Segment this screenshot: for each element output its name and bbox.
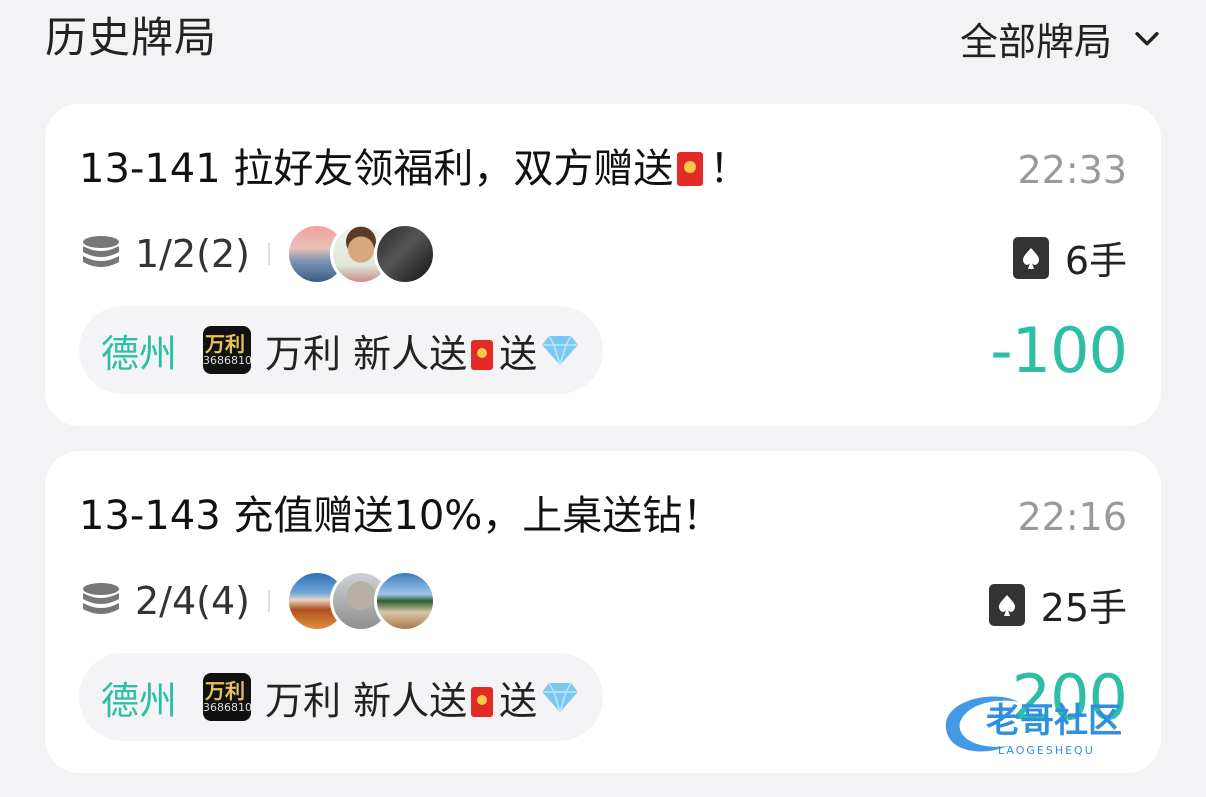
club-pill[interactable]: 德州 万利 3686810 万利 新人送送 xyxy=(79,306,604,394)
club-name-a: 万利 新人送 xyxy=(265,331,468,376)
hand-count: 25手 xyxy=(987,577,1127,632)
club-name: 万利 新人送送 xyxy=(265,323,537,378)
chevron-down-icon xyxy=(1135,32,1159,46)
player-avatars xyxy=(285,570,436,632)
club-pill[interactable]: 德州 万利 3686810 万利 新人送送 xyxy=(79,653,604,741)
filter-label: 全部牌局 xyxy=(959,19,1112,64)
game-record-card[interactable]: 13-143 充值赠送10%，上桌送钻！ 22:16 2/4(4) 25手 德州… xyxy=(45,451,1161,773)
stats-row: 2/4(4) xyxy=(79,569,436,633)
club-name-b: 送 xyxy=(499,331,538,376)
playing-card-icon xyxy=(988,583,1025,626)
header: 历史牌局 全部牌局 xyxy=(0,0,1206,90)
hand-count-value: 25手 xyxy=(1040,586,1127,630)
diamond-icon xyxy=(542,682,579,713)
divider xyxy=(267,590,270,612)
room-title-text: 13-141 拉好友领福利，双方赠送 xyxy=(79,146,674,192)
game-type-label: 德州 xyxy=(101,678,178,723)
page-title: 历史牌局 xyxy=(45,13,218,62)
result-amount: -100 xyxy=(990,314,1128,387)
game-time: 22:33 xyxy=(1017,148,1127,192)
hand-count: 6手 xyxy=(1011,230,1127,285)
club-logo: 万利 3686810 xyxy=(203,326,252,374)
club-name-a: 万利 新人送 xyxy=(265,678,468,723)
room-title-suffix: ！ xyxy=(709,146,750,192)
diamond-icon xyxy=(542,335,579,366)
club-logo-text: 万利 xyxy=(205,679,246,703)
coin-stack-icon xyxy=(83,236,119,267)
player-avatars xyxy=(285,223,436,285)
game-time: 22:16 xyxy=(1017,495,1127,539)
game-type-label: 德州 xyxy=(101,331,178,376)
club-name: 万利 新人送送 xyxy=(265,670,537,725)
result-amount: 200 xyxy=(1011,661,1128,734)
blinds-value: 2/4(4) xyxy=(135,579,250,623)
coin-stack-icon xyxy=(83,583,119,614)
club-name-b: 送 xyxy=(499,678,538,723)
club-logo-sub: 3686810 xyxy=(203,701,252,714)
club-logo-sub: 3686810 xyxy=(203,354,252,367)
history-page: 历史牌局 全部牌局 13-141 拉好友领福利，双方赠送 ！ 22:33 1/2(… xyxy=(0,0,1206,797)
avatar xyxy=(373,223,436,285)
filter-dropdown[interactable]: 全部牌局 xyxy=(960,14,1164,64)
red-packet-icon xyxy=(677,152,704,186)
club-logo: 万利 3686810 xyxy=(203,673,252,721)
avatar xyxy=(373,570,436,632)
red-packet-icon xyxy=(471,339,494,370)
divider xyxy=(267,243,270,265)
game-record-card[interactable]: 13-141 拉好友领福利，双方赠送 ！ 22:33 1/2(2) 6手 德州 万… xyxy=(45,104,1161,426)
stats-row: 1/2(2) xyxy=(79,222,436,286)
club-logo-text: 万利 xyxy=(205,332,246,356)
hand-count-value: 6手 xyxy=(1064,239,1127,283)
room-title: 13-143 充值赠送10%，上桌送钻！ xyxy=(79,491,722,541)
red-packet-icon xyxy=(471,686,494,717)
playing-card-icon xyxy=(1012,236,1049,279)
room-title-text: 13-143 充值赠送10%，上桌送钻！ xyxy=(79,493,723,539)
room-title: 13-141 拉好友领福利，双方赠送 ！ xyxy=(79,144,749,194)
blinds-value: 1/2(2) xyxy=(135,232,250,276)
